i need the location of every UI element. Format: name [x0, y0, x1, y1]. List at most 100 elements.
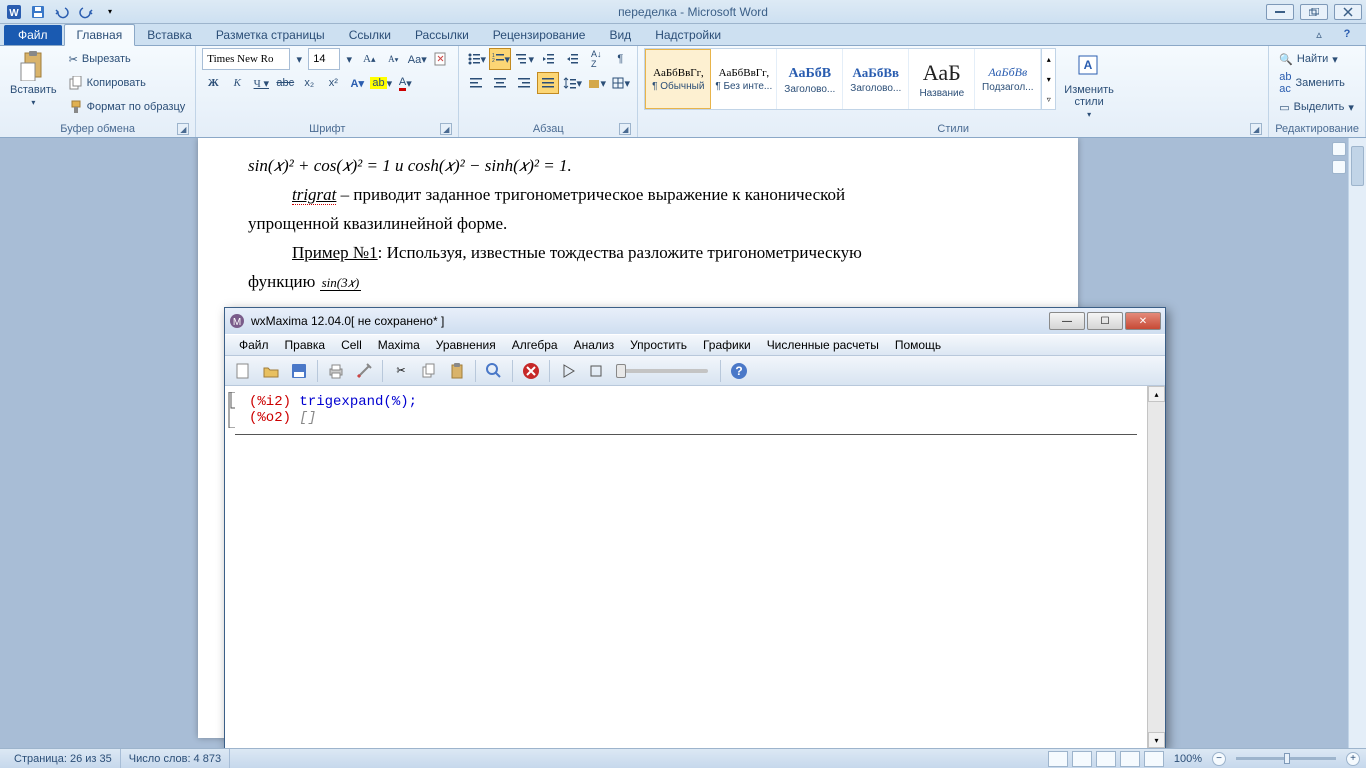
- tab-view[interactable]: Вид: [597, 25, 643, 45]
- maxima-menu-help[interactable]: Помощь: [887, 336, 949, 354]
- maxima-menu-file[interactable]: Файл: [231, 336, 277, 354]
- increase-indent-icon[interactable]: [561, 48, 583, 70]
- maxima-menu-numeric[interactable]: Численные расчеты: [759, 336, 887, 354]
- undo-icon[interactable]: [52, 2, 72, 22]
- styles-dialog-launcher[interactable]: ◢: [1250, 123, 1262, 135]
- multilevel-list-icon[interactable]: ▾: [513, 48, 535, 70]
- maxima-menu-analysis[interactable]: Анализ: [566, 336, 623, 354]
- style-heading1[interactable]: АаБбВЗаголово...: [777, 49, 843, 109]
- word-app-icon[interactable]: W: [4, 2, 24, 22]
- copy-button[interactable]: Копировать: [65, 72, 190, 94]
- change-styles-button[interactable]: A Изменить стили ▾: [1060, 48, 1118, 121]
- style-scroll-up[interactable]: ▴: [1042, 49, 1055, 69]
- find-icon[interactable]: [482, 359, 506, 383]
- open-file-icon[interactable]: [259, 359, 283, 383]
- save-icon[interactable]: [28, 2, 48, 22]
- tab-page-layout[interactable]: Разметка страницы: [204, 25, 337, 45]
- scrollbar-thumb[interactable]: [1351, 146, 1364, 186]
- clipboard-dialog-launcher[interactable]: ◢: [177, 123, 189, 135]
- tab-mailings[interactable]: Рассылки: [403, 25, 481, 45]
- maxima-scroll-down[interactable]: ▾: [1148, 732, 1165, 748]
- zoom-level[interactable]: 100%: [1174, 753, 1202, 765]
- strikethrough-button[interactable]: abc: [274, 72, 296, 94]
- view-full-screen[interactable]: [1072, 751, 1092, 767]
- style-scroll-down[interactable]: ▾: [1042, 69, 1055, 89]
- pilcrow-icon[interactable]: ¶: [609, 48, 631, 70]
- line-spacing-icon[interactable]: ▾: [561, 72, 583, 94]
- new-file-icon[interactable]: [231, 359, 255, 383]
- stop-icon[interactable]: [519, 359, 543, 383]
- slider-thumb[interactable]: [616, 364, 626, 378]
- highlight-icon[interactable]: ab▾: [370, 72, 392, 94]
- font-name-dropdown[interactable]: ▾: [292, 53, 306, 66]
- superscript-button[interactable]: x²: [322, 72, 344, 94]
- view-outline[interactable]: [1120, 751, 1140, 767]
- maxima-minimize-button[interactable]: —: [1049, 312, 1085, 330]
- sort-icon[interactable]: A↓Z: [585, 48, 607, 70]
- style-subtitle[interactable]: АаБбВвПодзагол...: [975, 49, 1041, 109]
- maxima-menu-plots[interactable]: Графики: [695, 336, 759, 354]
- font-size-combo[interactable]: 14: [308, 48, 340, 70]
- view-print-layout[interactable]: [1048, 751, 1068, 767]
- borders-icon[interactable]: ▾: [609, 72, 631, 94]
- maxima-maximize-button[interactable]: ☐: [1087, 312, 1123, 330]
- zoom-out-button[interactable]: −: [1212, 752, 1226, 766]
- copy-icon[interactable]: [417, 359, 441, 383]
- paste-button[interactable]: Вставить ▾: [6, 48, 61, 121]
- maxima-menu-algebra[interactable]: Алгебра: [504, 336, 566, 354]
- tab-references[interactable]: Ссылки: [337, 25, 403, 45]
- stop-square-icon[interactable]: [584, 359, 608, 383]
- maxima-menu-simplify[interactable]: Упростить: [622, 336, 695, 354]
- tab-file[interactable]: Файл: [4, 25, 62, 45]
- print-icon[interactable]: [324, 359, 348, 383]
- view-web-layout[interactable]: [1096, 751, 1116, 767]
- format-painter-button[interactable]: Формат по образцу: [65, 96, 190, 118]
- bold-button[interactable]: Ж: [202, 72, 224, 94]
- gutter-btn-2[interactable]: [1332, 160, 1346, 174]
- text-effects-icon[interactable]: A▾: [346, 72, 368, 94]
- help-icon[interactable]: ?: [727, 359, 751, 383]
- view-draft[interactable]: [1144, 751, 1164, 767]
- align-center-icon[interactable]: [489, 72, 511, 94]
- save-file-icon[interactable]: [287, 359, 311, 383]
- tab-addins[interactable]: Надстройки: [643, 25, 733, 45]
- shading-icon[interactable]: ▾: [585, 72, 607, 94]
- font-name-combo[interactable]: Times New Ro: [202, 48, 290, 70]
- numbering-icon[interactable]: 12▾: [489, 48, 511, 70]
- animation-slider[interactable]: [618, 369, 708, 373]
- grow-font-icon[interactable]: A▴: [358, 48, 380, 70]
- cut-button[interactable]: ✂Вырезать: [65, 48, 190, 70]
- maxima-content[interactable]: (%i2) trigexpand(%); (%o2) []: [225, 386, 1147, 748]
- justify-icon[interactable]: [537, 72, 559, 94]
- font-color-icon[interactable]: A▾: [394, 72, 416, 94]
- clear-formatting-icon[interactable]: [430, 48, 452, 70]
- style-gallery-expand[interactable]: ▿: [1042, 89, 1055, 109]
- change-case-icon[interactable]: Aa▾: [406, 48, 428, 70]
- align-left-icon[interactable]: [465, 72, 487, 94]
- style-normal[interactable]: АаБбВвГг,¶ Обычный: [645, 49, 711, 109]
- help-icon[interactable]: ?: [1336, 23, 1358, 45]
- minimize-button[interactable]: [1266, 4, 1294, 20]
- font-dialog-launcher[interactable]: ◢: [440, 123, 452, 135]
- paste-icon[interactable]: [445, 359, 469, 383]
- ribbon-minimize-icon[interactable]: ▵: [1308, 23, 1330, 45]
- shrink-font-icon[interactable]: A▾: [382, 48, 404, 70]
- maxima-titlebar[interactable]: M wxMaxima 12.04.0[ не сохранено* ] — ☐ …: [225, 308, 1165, 334]
- decrease-indent-icon[interactable]: [537, 48, 559, 70]
- zoom-in-button[interactable]: +: [1346, 752, 1360, 766]
- font-size-dropdown[interactable]: ▾: [342, 53, 356, 66]
- maximize-button[interactable]: [1300, 4, 1328, 20]
- select-button[interactable]: ▭Выделить ▾: [1275, 96, 1359, 118]
- tab-home[interactable]: Главная: [64, 24, 136, 46]
- tab-insert[interactable]: Вставка: [135, 25, 204, 45]
- cell-bracket[interactable]: [227, 392, 237, 428]
- cut-icon[interactable]: ✂: [389, 359, 413, 383]
- redo-icon[interactable]: [76, 2, 96, 22]
- play-icon[interactable]: [556, 359, 580, 383]
- maxima-close-button[interactable]: ✕: [1125, 312, 1161, 330]
- preferences-icon[interactable]: [352, 359, 376, 383]
- style-heading2[interactable]: АаБбВвЗаголово...: [843, 49, 909, 109]
- maxima-menu-maxima[interactable]: Maxima: [370, 336, 428, 354]
- maxima-menu-cell[interactable]: Cell: [333, 336, 370, 354]
- align-right-icon[interactable]: [513, 72, 535, 94]
